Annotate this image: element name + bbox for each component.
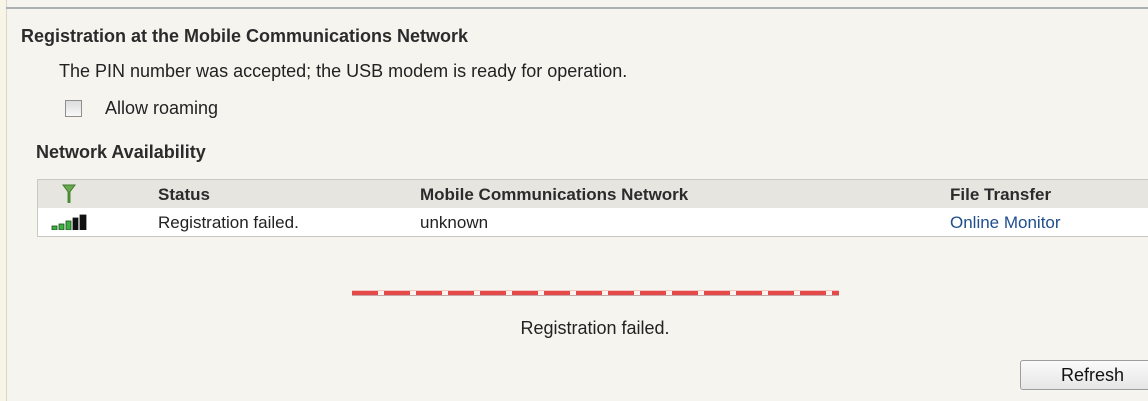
error-progress-bar xyxy=(352,290,839,296)
row-status: Registration failed. xyxy=(158,213,299,232)
table-header-row: Status Mobile Communications Network Fil… xyxy=(38,180,1148,209)
allow-roaming-row[interactable]: Allow roaming xyxy=(65,98,218,119)
table-row: Registration failed. unknown Online Moni… xyxy=(38,208,1148,236)
error-message: Registration failed. xyxy=(520,318,670,338)
column-header-file-transfer: File Transfer xyxy=(950,185,1052,204)
column-header-status: Status xyxy=(158,185,210,204)
online-monitor-link[interactable]: Online Monitor xyxy=(950,213,1061,233)
column-header-network: Mobile Communications Network xyxy=(420,185,689,204)
top-divider xyxy=(6,7,1148,9)
network-availability-table: Status Mobile Communications Network Fil… xyxy=(37,179,1148,237)
signal-strength-icon xyxy=(51,214,87,230)
allow-roaming-checkbox[interactable] xyxy=(65,100,82,117)
page-title: Registration at the Mobile Communication… xyxy=(21,26,469,46)
allow-roaming-label: Allow roaming xyxy=(105,98,219,118)
refresh-button[interactable]: Refresh xyxy=(1020,360,1148,390)
left-frame-edge xyxy=(0,0,7,401)
antenna-icon xyxy=(62,184,76,203)
row-network: unknown xyxy=(420,213,489,232)
pin-status-message: The PIN number was accepted; the USB mod… xyxy=(59,61,628,81)
network-availability-title: Network Availability xyxy=(36,142,206,162)
